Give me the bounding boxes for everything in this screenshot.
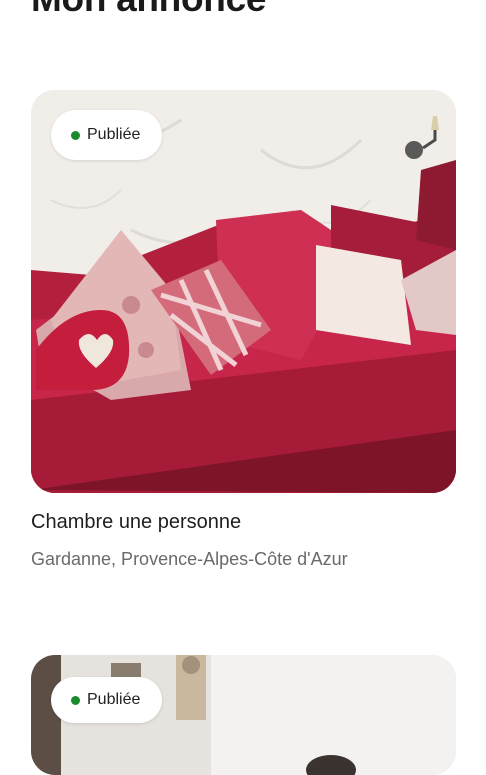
status-label: Publiée: [87, 126, 141, 143]
page-title: Mon annonce: [31, 0, 266, 20]
status-label: Publiée: [87, 691, 141, 708]
status-badge: Publiée: [51, 110, 163, 160]
listing-location: Gardanne, Provence-Alpes-Côte d'Azur: [31, 549, 348, 569]
listing-card[interactable]: Publiée: [31, 655, 456, 775]
status-dot-icon: [71, 130, 80, 140]
listing-card[interactable]: Publiée: [31, 90, 456, 493]
listing-title[interactable]: Chambre une personne: [31, 511, 241, 534]
status-dot-icon: [71, 695, 80, 705]
status-badge: Publiée: [51, 677, 163, 723]
